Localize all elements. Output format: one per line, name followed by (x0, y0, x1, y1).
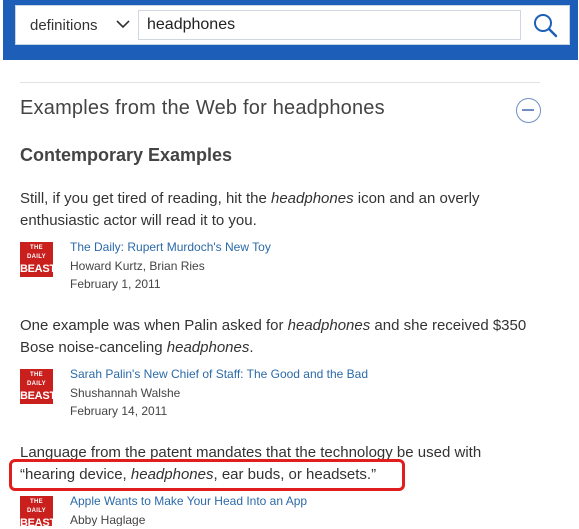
example-quote-2: One example was when Palin asked for hea… (20, 317, 527, 356)
search-icon (534, 14, 558, 38)
chevron-down-icon (116, 20, 130, 29)
daily-beast-logo: THE DAILY BEAST (20, 242, 56, 277)
highlighted-term: headphones (270, 190, 354, 207)
example-source-3: THE DAILY BEAST Apple Wants to Make Your… (20, 494, 540, 529)
highlighted-term: headphones (287, 317, 371, 334)
contemporary-examples-title: Contemporary Examples (20, 145, 233, 165)
daily-beast-logo: THE DAILY BEAST (20, 496, 56, 529)
example-quote-1: Still, if you get tired of reading, hit … (20, 190, 480, 229)
example-source-2: THE DAILY BEAST Sarah Palin's New Chief … (20, 367, 540, 427)
source-author: Abby Haglage (70, 513, 146, 527)
source-author: Shushannah Walshe (70, 386, 181, 400)
source-author: Howard Kurtz, Brian Ries (70, 259, 205, 273)
dictionary-select-label: definitions (30, 16, 98, 34)
daily-beast-logo: THE DAILY BEAST (20, 369, 56, 404)
search-form: definitions (15, 5, 570, 45)
dictionary-select[interactable]: definitions (16, 6, 136, 44)
source-title-link[interactable]: The Daily: Rupert Murdoch's New Toy (70, 240, 271, 254)
examples-section-title: Examples from the Web for headphones (20, 97, 385, 119)
source-date: February 14, 2011 (70, 404, 168, 418)
source-title-link[interactable]: Sarah Palin's New Chief of Staff: The Go… (70, 367, 368, 381)
red-highlight-box (9, 459, 405, 491)
search-input[interactable] (138, 10, 521, 40)
highlighted-term: headphones (166, 339, 250, 356)
search-button[interactable] (529, 10, 561, 40)
header-bar: definitions (0, 0, 579, 62)
example-source-1: THE DAILY BEAST The Daily: Rupert Murdoc… (20, 240, 540, 300)
source-title-link[interactable]: Apple Wants to Make Your Head Into an Ap… (70, 494, 307, 508)
collapse-section-button[interactable] (516, 98, 541, 123)
section-divider (20, 82, 540, 83)
source-date: February 1, 2011 (70, 277, 161, 291)
